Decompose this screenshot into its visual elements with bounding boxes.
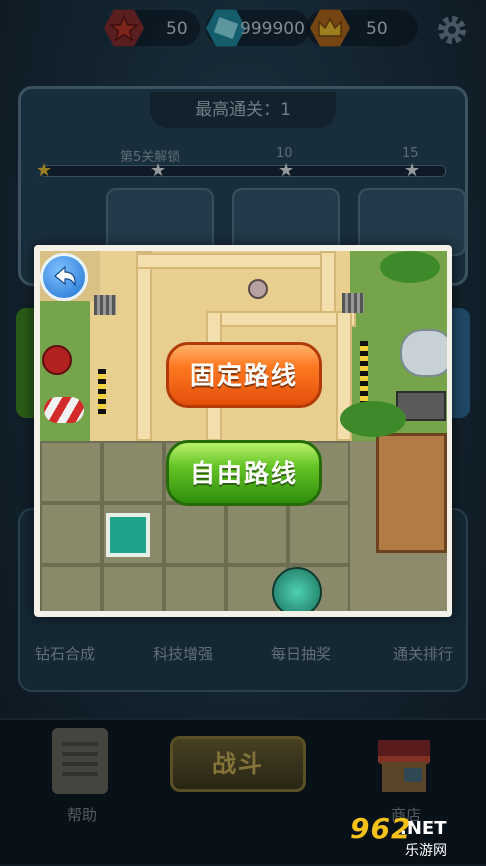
wall: [136, 251, 152, 441]
barrel: [44, 397, 84, 423]
red-button-icon: [42, 345, 72, 375]
drain-grate: [342, 293, 364, 313]
stone-tile: [288, 503, 350, 565]
stone-tile: [164, 565, 226, 611]
free-route-button[interactable]: 自由路线: [166, 440, 322, 506]
stone-tile: [40, 503, 102, 565]
barrier: [98, 369, 106, 415]
watermark-sub: 乐游网: [405, 843, 447, 859]
map-preview: [40, 251, 447, 611]
wall: [320, 251, 336, 313]
stone-tile: [40, 441, 102, 503]
stone-tile: [40, 565, 102, 611]
stone-tile: [226, 503, 288, 565]
satellite-dish: [400, 329, 447, 377]
teal-block: [106, 513, 150, 557]
wooden-house: [376, 433, 447, 553]
palm-tree: [340, 401, 406, 437]
palm-tree: [380, 251, 440, 283]
wall: [206, 311, 356, 327]
enemy-tank: [248, 279, 268, 299]
back-button[interactable]: [40, 253, 88, 301]
player-tank: [272, 567, 322, 611]
back-arrow-icon: [54, 265, 76, 287]
fixed-route-button[interactable]: 固定路线: [166, 342, 322, 408]
wall: [136, 253, 336, 269]
stone-tile: [102, 441, 164, 503]
stone-tile: [164, 503, 226, 565]
watermark-domain: .NET: [400, 818, 447, 839]
stone-tile: [102, 565, 164, 611]
drain-grate: [94, 295, 116, 315]
